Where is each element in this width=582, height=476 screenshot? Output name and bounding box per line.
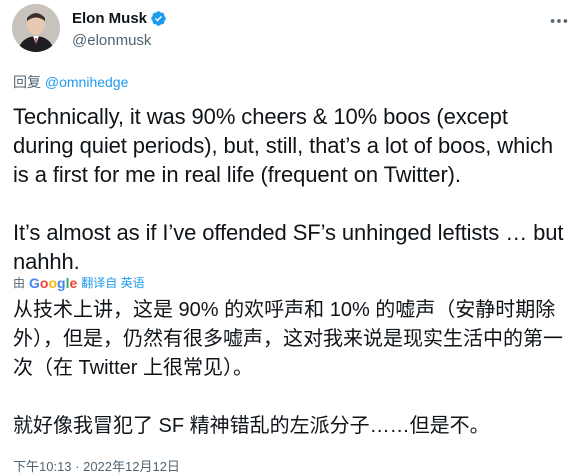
more-options-icon[interactable] — [548, 10, 570, 32]
tweet-timestamp[interactable]: 下午10:13 · 2022年12月12日 — [13, 456, 180, 475]
google-logo: Google — [29, 274, 78, 291]
tweet-text: Technically, it was 90% cheers & 10% boo… — [13, 104, 564, 274]
avatar-photo-icon — [12, 4, 60, 52]
translated-from-link[interactable]: 翻译自 英语 — [81, 274, 144, 291]
author-avatar[interactable] — [12, 4, 60, 52]
translated-by-label: 由 — [13, 276, 26, 290]
verified-badge-icon — [151, 11, 166, 26]
replying-to-label: 回复 — [13, 74, 41, 90]
translated-tweet-text: 从技术上讲，这是 90% 的欢呼声和 10% 的嘘声（安静时期除外），但是，仍然… — [13, 299, 563, 437]
tweet-header: Elon Musk @elonmusk — [12, 4, 572, 56]
author-name-row[interactable]: Elon Musk — [72, 10, 167, 27]
translation-attribution: 由 Google 翻译自 英语 — [13, 274, 145, 291]
tweet-card: Elon Musk @elonmusk 回复 @omnihedge Techni… — [0, 0, 582, 476]
reply-mention-link[interactable]: @omnihedge — [45, 74, 129, 90]
author-name[interactable]: Elon Musk — [72, 10, 147, 27]
replying-to: 回复 @omnihedge — [13, 72, 128, 92]
author-handle[interactable]: @elonmusk — [72, 32, 151, 49]
